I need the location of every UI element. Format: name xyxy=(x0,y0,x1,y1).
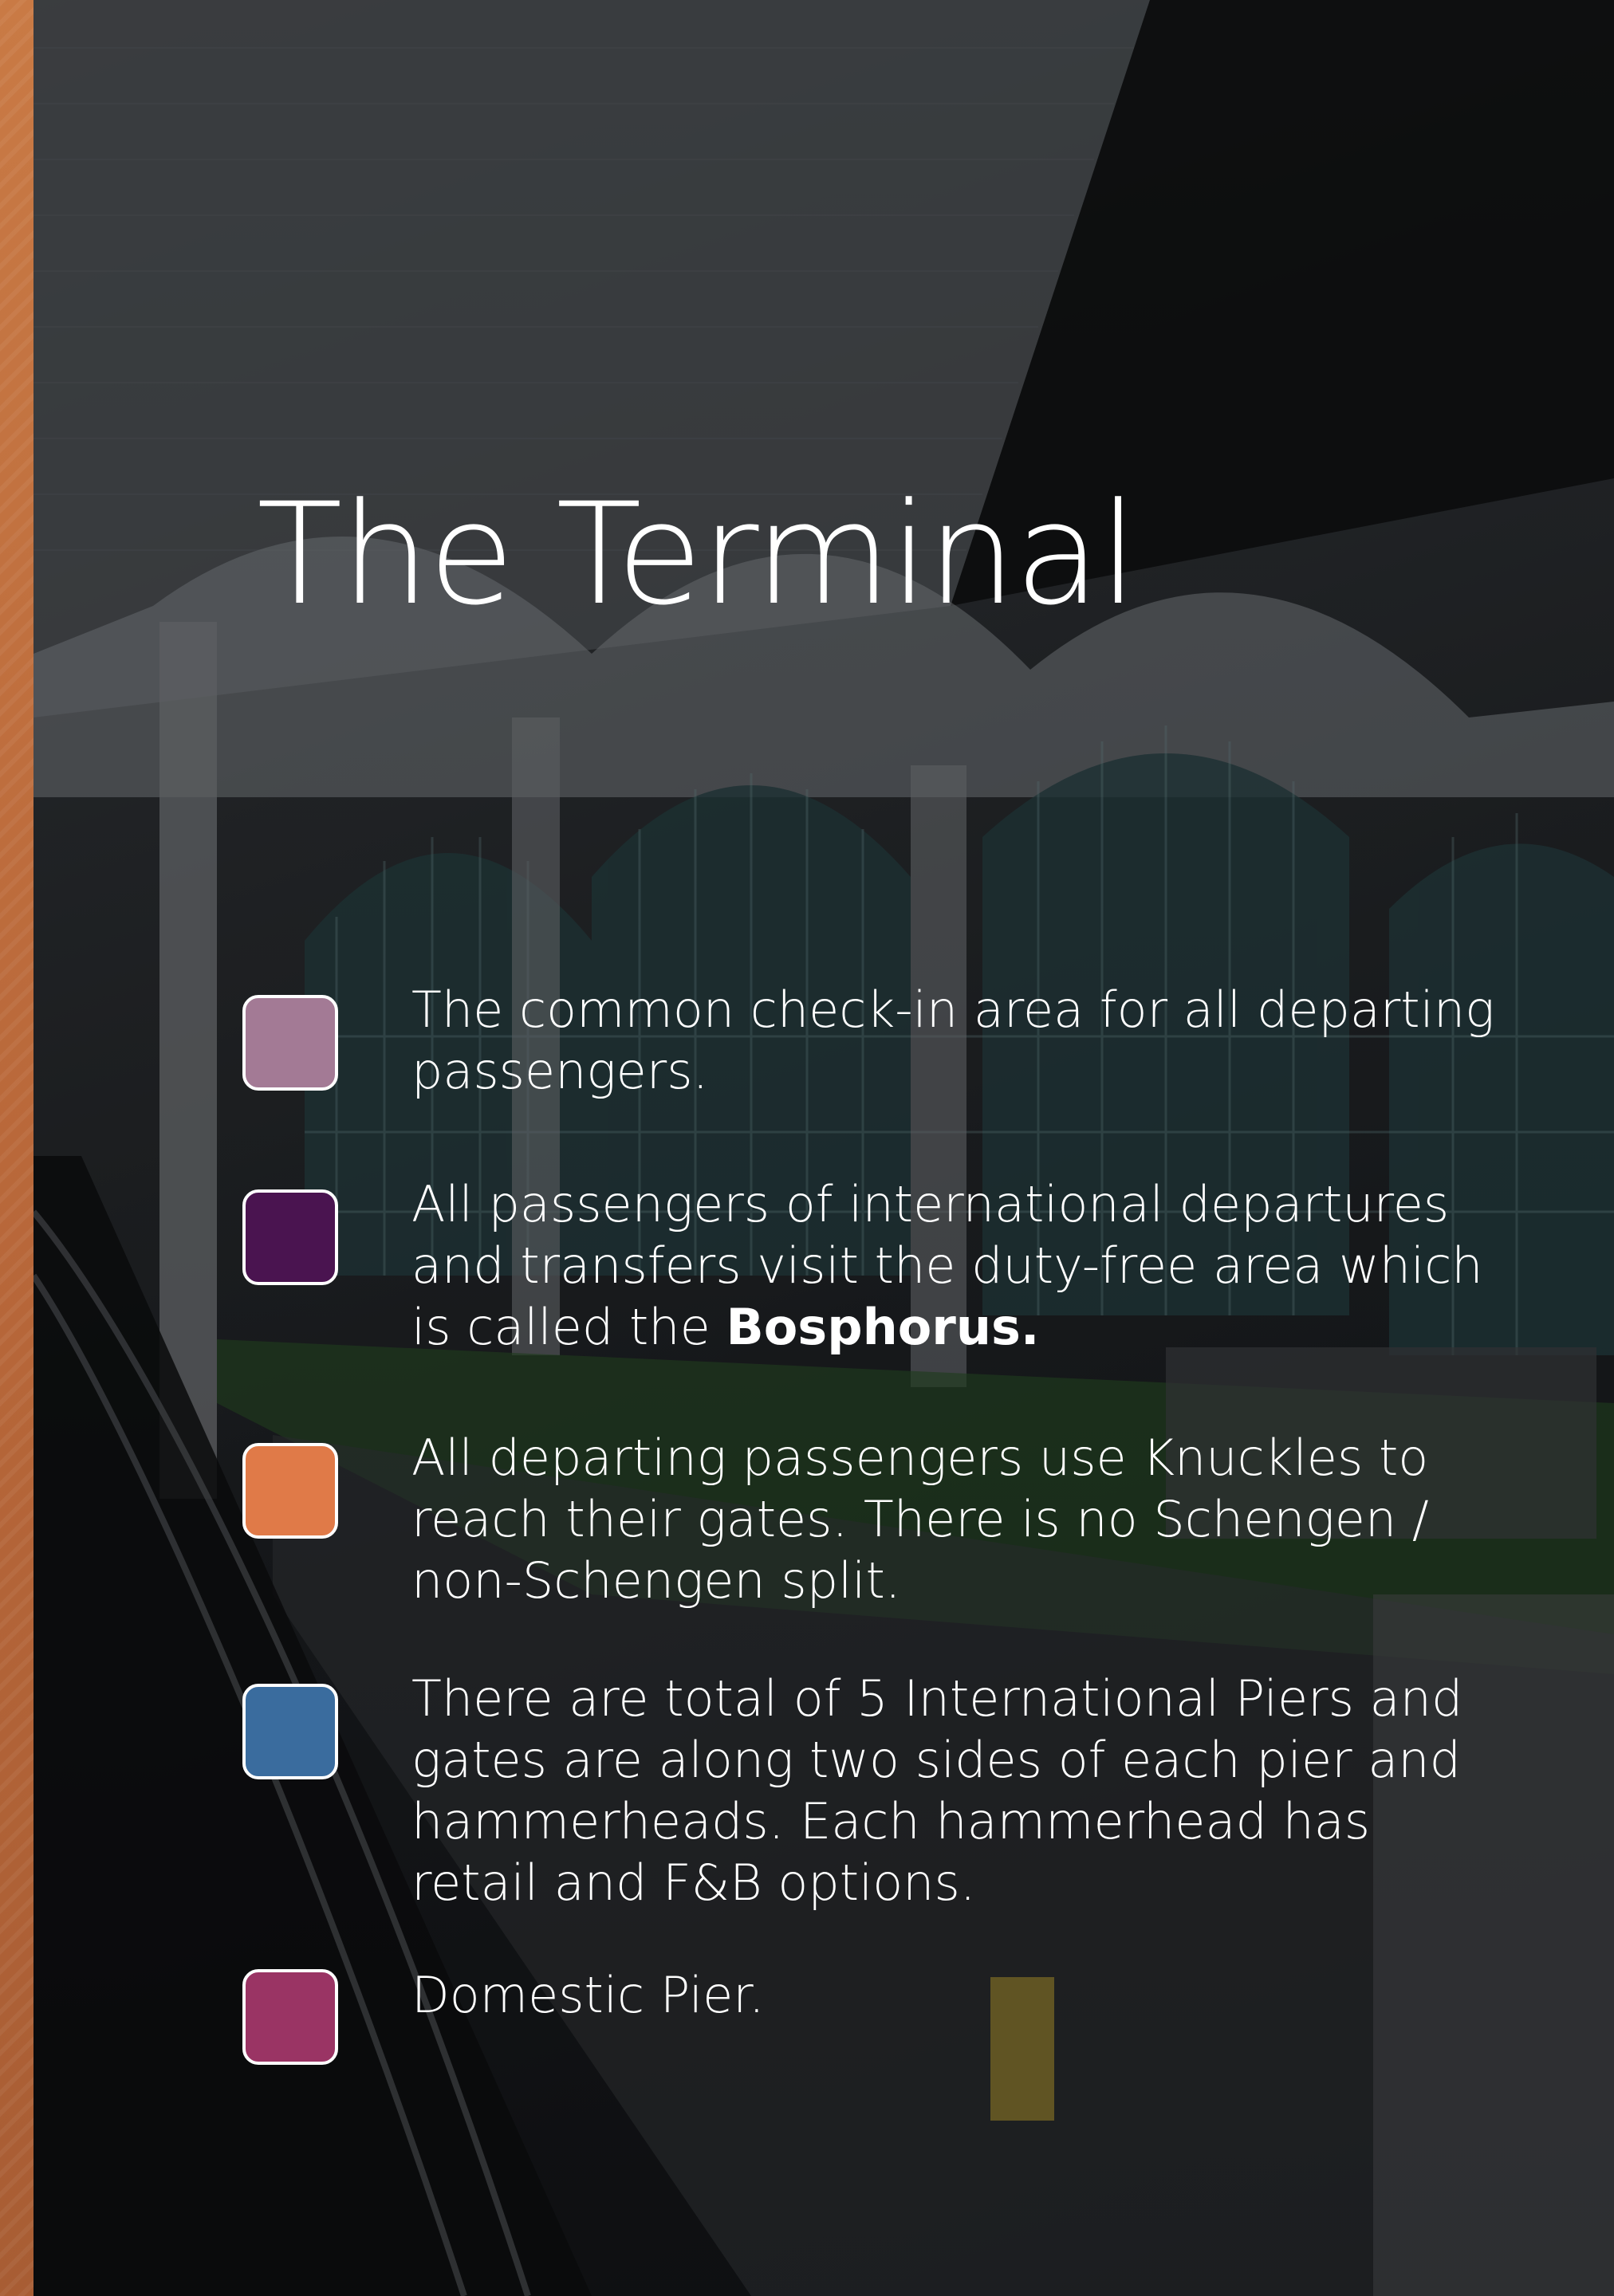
swatch-knuckles xyxy=(242,1443,338,1539)
legend-text-knuckles: All departing passengers use Knuckles to… xyxy=(411,1429,1429,1610)
legend-text-duty-free: All passengers of international departur… xyxy=(411,1174,1496,1358)
legend-text-check-in: The common check-in area for all departi… xyxy=(411,981,1495,1100)
legend-text-bosphorus: Bosphorus. xyxy=(726,1298,1040,1356)
swatch-domestic-pier xyxy=(242,1969,338,2065)
swatch-international-piers xyxy=(242,1684,338,1779)
terminal-legend: The common check-in area for all departi… xyxy=(0,0,1614,2296)
swatch-check-in xyxy=(242,995,338,1091)
swatch-duty-free xyxy=(242,1189,338,1285)
legend-text-domestic-pier: Domestic Pier. xyxy=(411,1966,765,2024)
legend-text-international-piers: There are total of 5 International Piers… xyxy=(411,1669,1463,1912)
